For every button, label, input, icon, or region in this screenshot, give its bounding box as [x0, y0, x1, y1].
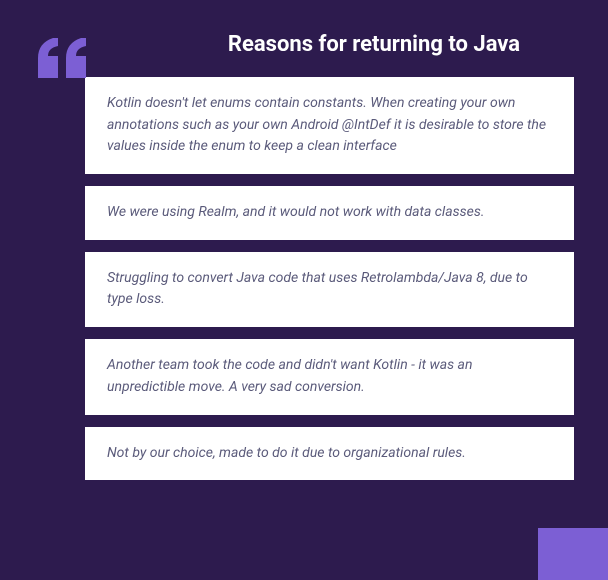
quote-card: We were using Realm, and it would not wo… — [85, 186, 574, 240]
decorative-corner — [538, 528, 608, 580]
quote-list: Kotlin doesn't let enums contain constan… — [0, 77, 608, 480]
slide-container: Reasons for returning to Java Kotlin doe… — [0, 0, 608, 580]
quote-card: Kotlin doesn't let enums contain constan… — [85, 77, 574, 174]
quote-card: Struggling to convert Java code that use… — [85, 252, 574, 327]
quote-icon — [38, 38, 88, 82]
slide-title: Reasons for returning to Java — [0, 0, 608, 57]
quote-card: Another team took the code and didn't wa… — [85, 339, 574, 414]
quote-card: Not by our choice, made to do it due to … — [85, 427, 574, 481]
